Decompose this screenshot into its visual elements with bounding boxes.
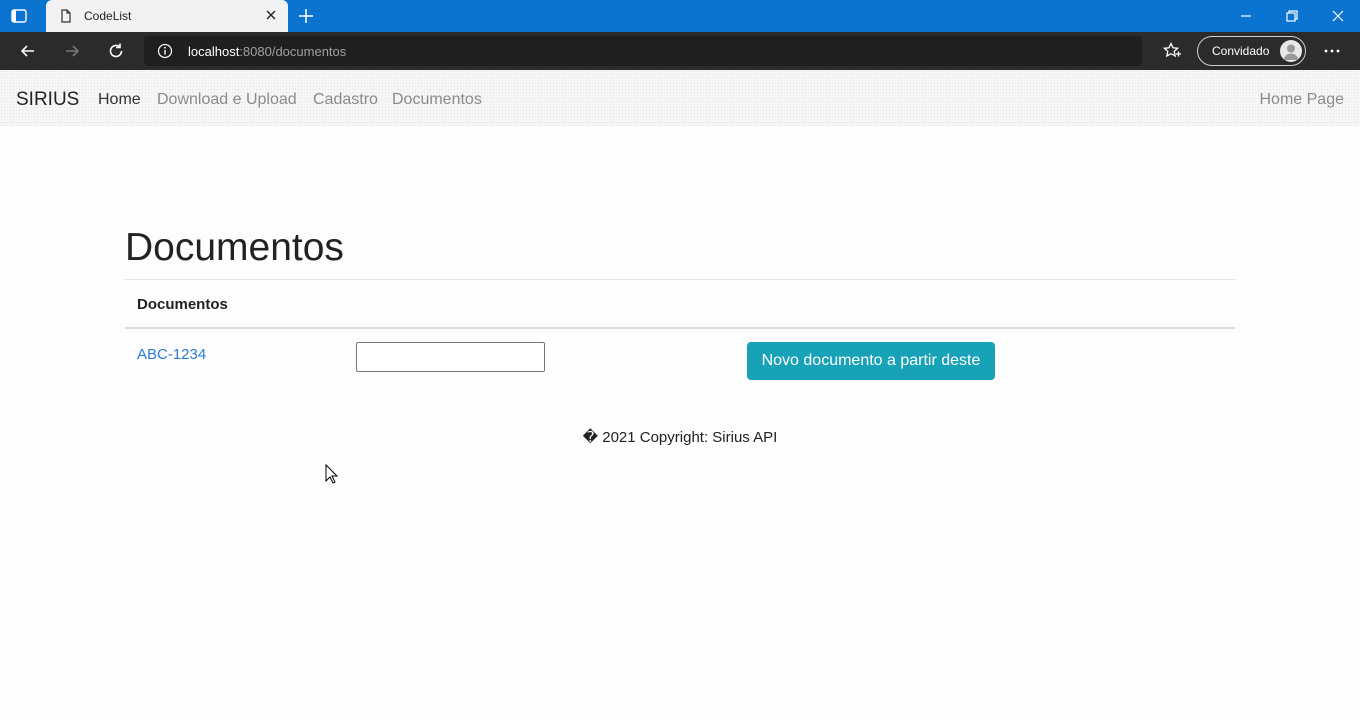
forward-icon[interactable] <box>62 41 82 61</box>
plus-icon[interactable] <box>296 6 316 26</box>
nav-link-download-upload[interactable]: Download e Upload <box>157 91 297 109</box>
nav-link-home-page[interactable]: Home Page <box>1260 91 1345 109</box>
mouse-cursor-icon <box>325 464 339 484</box>
address-bar[interactable]: localhost:8080/documentos <box>144 36 1142 66</box>
url-text[interactable]: localhost:8080/documentos <box>188 44 346 59</box>
title-divider <box>125 279 1235 280</box>
more-icon[interactable] <box>1322 41 1342 61</box>
avatar-icon <box>1280 40 1302 62</box>
table-header-divider <box>125 327 1235 329</box>
footer-copyright: � 2021 Copyright: Sirius API <box>582 429 778 446</box>
tab-actions-icon[interactable] <box>10 7 28 25</box>
close-icon[interactable] <box>264 8 278 22</box>
brand-link[interactable]: SIRIUS <box>16 89 79 111</box>
profile-label: Convidado <box>1212 44 1270 58</box>
table-header: Documentos <box>137 296 228 313</box>
tab-title: CodeList <box>84 9 132 23</box>
tab-strip: CodeList <box>0 0 1360 32</box>
nav-link-cadastro[interactable]: Cadastro <box>313 91 378 109</box>
refresh-icon[interactable] <box>106 41 126 61</box>
nav-link-home[interactable]: Home <box>98 91 141 109</box>
info-icon[interactable] <box>157 43 173 59</box>
page-icon <box>61 9 71 23</box>
back-icon[interactable] <box>18 41 38 61</box>
nav-link-documentos[interactable]: Documentos <box>392 91 482 109</box>
url-host: localhost <box>188 44 240 59</box>
browser-tab[interactable]: CodeList <box>46 0 288 32</box>
profile-button[interactable]: Convidado <box>1197 36 1306 66</box>
new-document-input[interactable] <box>356 342 545 372</box>
site-navbar: SIRIUS Home Download e Upload Cadastro D… <box>0 70 1360 126</box>
document-link[interactable]: ABC-1234 <box>137 346 206 363</box>
url-path: :8080/documentos <box>239 44 347 59</box>
page-title: Documentos <box>125 226 344 269</box>
restore-icon[interactable] <box>1284 8 1300 24</box>
new-document-button[interactable]: Novo documento a partir deste <box>747 342 995 380</box>
browser-toolbar: localhost:8080/documentos Convidado <box>0 32 1360 70</box>
minimize-icon[interactable] <box>1238 8 1254 24</box>
close-window-icon[interactable] <box>1330 8 1346 24</box>
favorites-icon[interactable] <box>1162 41 1182 61</box>
